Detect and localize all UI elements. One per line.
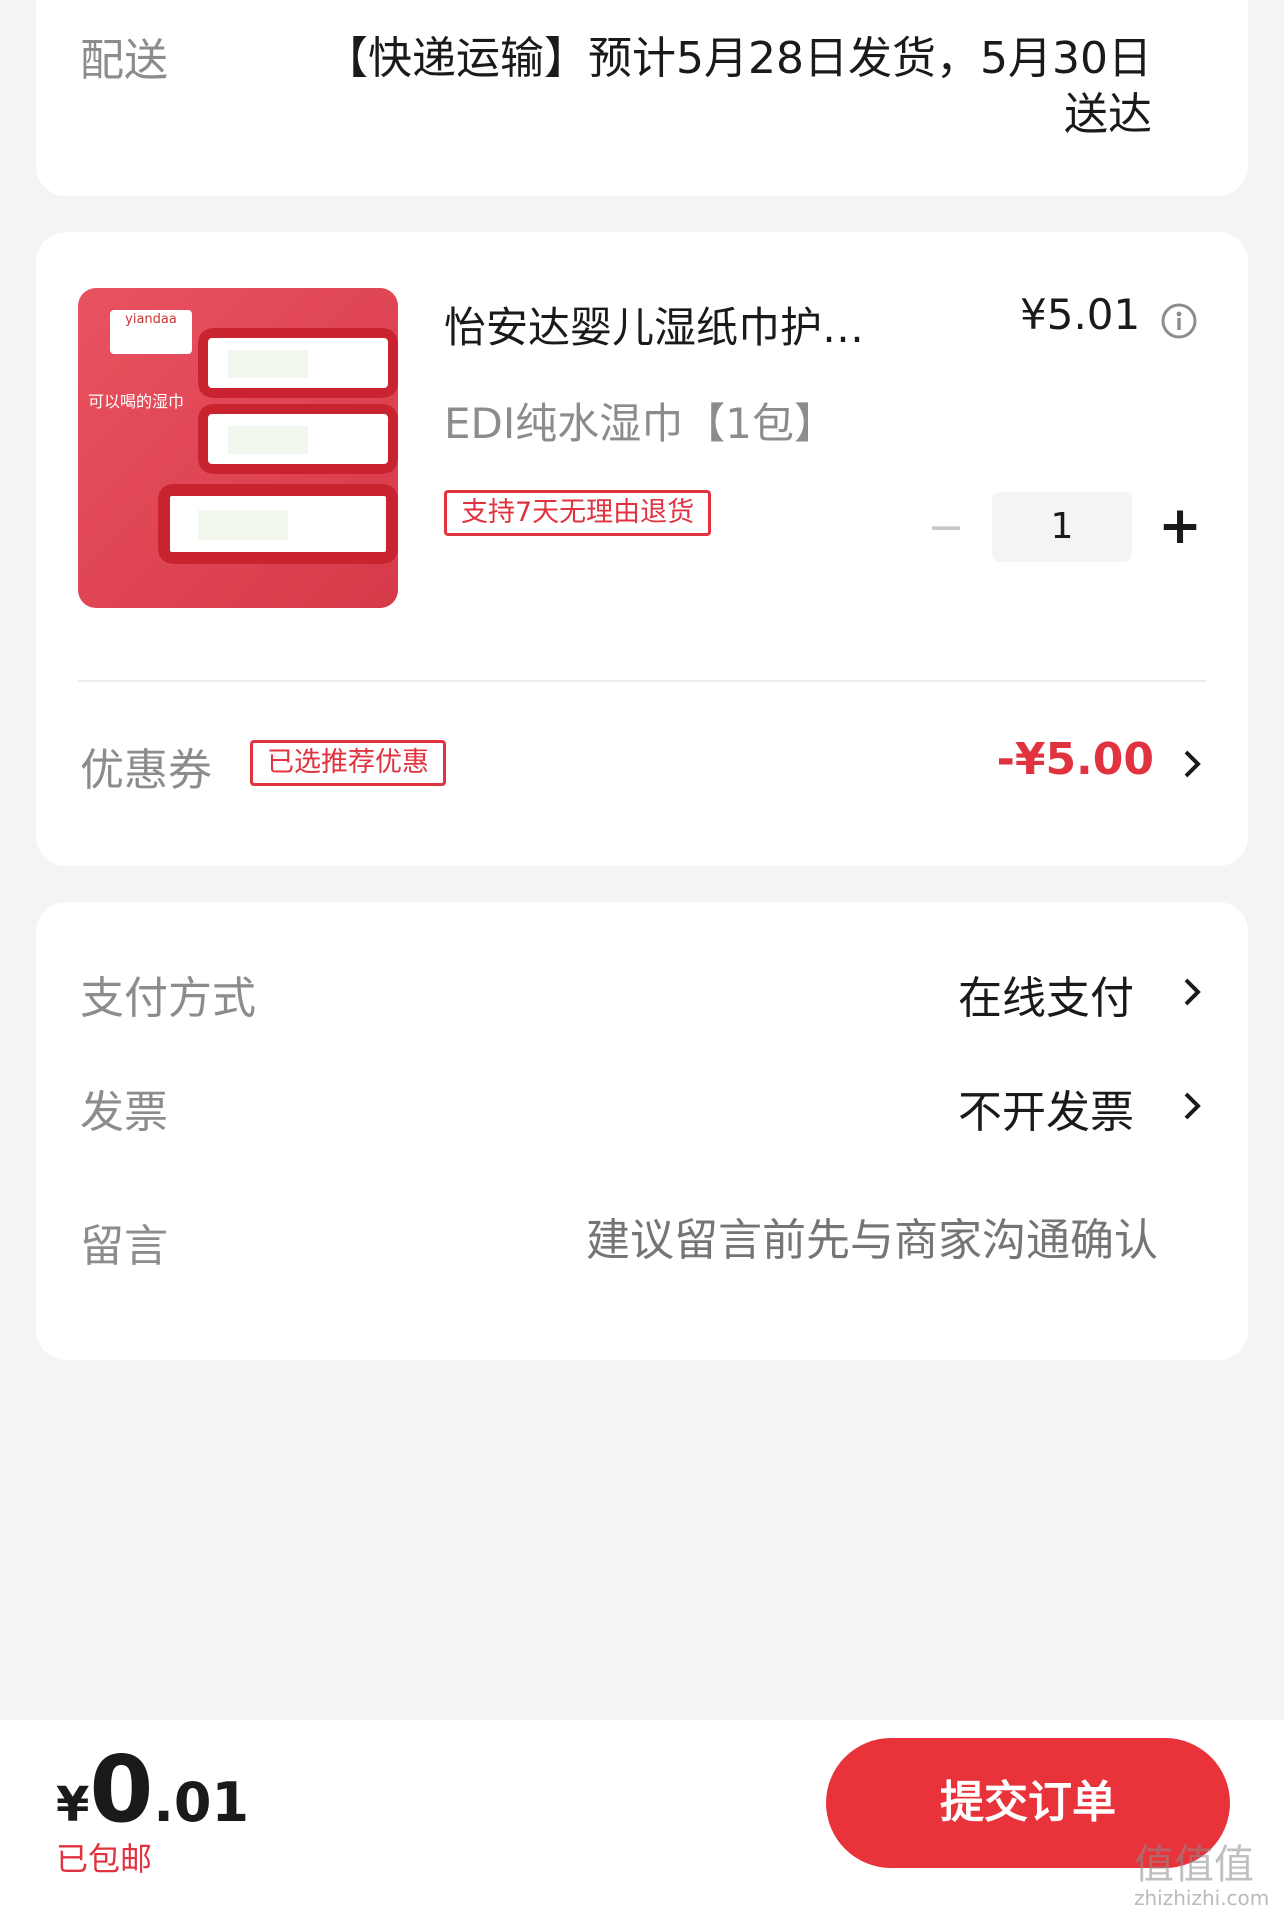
invoice-value: 不开发票 (958, 1087, 1134, 1138)
pack-label (228, 350, 308, 378)
payment-method-label: 支付方式 (80, 973, 256, 1024)
coupon-selected-tag: 已选推荐优惠 (250, 740, 446, 786)
quantity-input[interactable]: 1 (992, 492, 1132, 562)
brand-logo: yiandaa (110, 310, 192, 354)
delivery-info-line2: 送达 (1064, 89, 1152, 140)
chevron-right-icon (1184, 978, 1201, 1006)
watermark-logo: 值值值 (1134, 1842, 1254, 1888)
chevron-right-icon (1184, 750, 1201, 778)
quantity-increase-button[interactable]: + (1150, 494, 1210, 558)
message-row: 留言 (36, 1198, 1248, 1288)
coupon-label: 优惠券 (80, 745, 212, 796)
pack-label (198, 510, 288, 540)
message-label: 留言 (80, 1221, 168, 1272)
divider (78, 680, 1206, 682)
pack-label (228, 426, 308, 454)
watermark-text: zhizhizhi.com (1134, 1886, 1270, 1910)
brand-logo-text: yiandaa (125, 312, 177, 327)
checkout-bar: ¥0.01 已包邮 提交订单 值值值 zhizhizhi.com (0, 1720, 1284, 1922)
coupon-row[interactable]: 优惠券 已选推荐优惠 -¥5.00 (36, 702, 1248, 822)
return-policy-tag: 支持7天无理由退货 (444, 490, 712, 536)
order-options-card: 支付方式 在线支付 发票 不开发票 留言 (36, 902, 1248, 1360)
delivery-label: 配送 (80, 35, 168, 86)
shipping-note: 已包邮 (56, 1840, 153, 1878)
total-price: ¥0.01 (56, 1736, 249, 1843)
info-icon[interactable] (1160, 302, 1198, 340)
payment-method-row[interactable]: 支付方式 在线支付 (36, 952, 1248, 1032)
payment-method-value: 在线支付 (958, 973, 1134, 1024)
total-decimal: .01 (153, 1771, 250, 1834)
quantity-decrease-button[interactable]: − (916, 498, 976, 558)
product-image[interactable]: yiandaa 可以喝的湿巾 (78, 288, 398, 608)
invoice-row[interactable]: 发票 不开发票 (36, 1066, 1248, 1146)
product-card: yiandaa 可以喝的湿巾 怡安达婴儿湿纸巾护… ¥5.01 EDI纯水湿巾【… (36, 232, 1248, 866)
product-spec[interactable]: EDI纯水湿巾【1包】 (444, 390, 836, 451)
currency-symbol: ¥ (56, 1777, 90, 1833)
image-caption: 可以喝的湿巾 (88, 392, 185, 411)
total-integer: 0 (89, 1736, 154, 1843)
message-input[interactable] (436, 1204, 1160, 1276)
product-name[interactable]: 怡安达婴儿湿纸巾护… (444, 294, 864, 355)
coupon-amount: -¥5.00 (996, 734, 1154, 785)
chevron-right-icon (1184, 1092, 1201, 1120)
delivery-card: 配送 【快递运输】预计5月28日发货，5月30日 送达 (36, 0, 1248, 196)
invoice-label: 发票 (80, 1087, 168, 1138)
product-price: ¥5.01 (1020, 290, 1141, 339)
delivery-info-line1: 【快递运输】预计5月28日发货，5月30日 (324, 33, 1152, 84)
